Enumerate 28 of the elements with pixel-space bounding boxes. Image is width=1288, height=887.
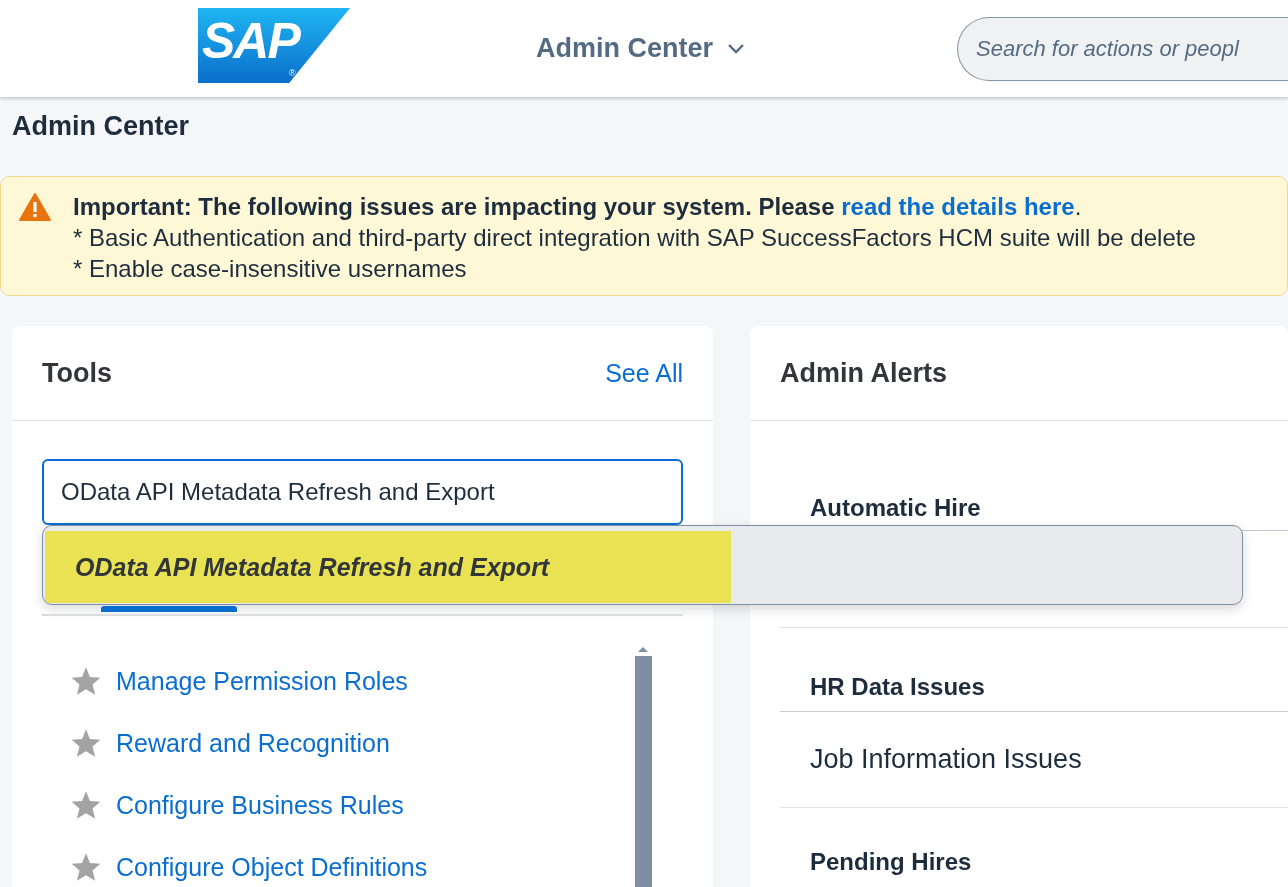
star-icon[interactable] (70, 852, 102, 882)
alert-item[interactable]: Job Information Issues (780, 712, 1288, 808)
issue-line: * Basic Authentication and third-party direct integration with SAP SuccessFactors HCM suite will be delete (73, 223, 1196, 253)
tool-search-field[interactable]: OData API Metadata Refresh and Export (42, 459, 683, 525)
sap-logo[interactable]: SAP ® (198, 8, 350, 83)
see-all-link[interactable]: See All (605, 358, 683, 388)
caret-icon (727, 42, 746, 55)
search-field[interactable]: Search for actions or peopl (957, 16, 1288, 81)
card-title: Admin Alerts (780, 357, 948, 389)
tool-link[interactable]: Configure Object Definitions (116, 852, 428, 882)
star-icon[interactable] (70, 790, 102, 820)
scrollbar-thumb[interactable] (634, 656, 652, 887)
scroll-up-icon[interactable] (637, 646, 649, 653)
star-icon[interactable] (70, 728, 102, 758)
warning-icon (19, 193, 51, 221)
suggestion-item[interactable]: OData API Metadata Refresh and Export (45, 531, 731, 603)
warning-message: Important: The following issues are impacting your system. Please read the details here. (73, 192, 1083, 222)
details-link[interactable]: read the details here (841, 193, 1075, 220)
page-title: Admin Center (11, 110, 191, 143)
card-title: Tools (42, 357, 112, 389)
issue-line: * Enable case-insensitive usernames (73, 254, 468, 284)
tool-link[interactable]: Configure Business Rules (116, 790, 404, 820)
tool-link[interactable]: Manage Permission Roles (116, 666, 408, 696)
alert-category: Pending Hires (809, 847, 973, 877)
alert-category: HR Data Issues (780, 628, 1288, 712)
module-menu-button[interactable]: Admin Center (536, 33, 746, 64)
star-icon[interactable] (70, 666, 102, 696)
tool-link[interactable]: Reward and Recognition (116, 728, 390, 758)
